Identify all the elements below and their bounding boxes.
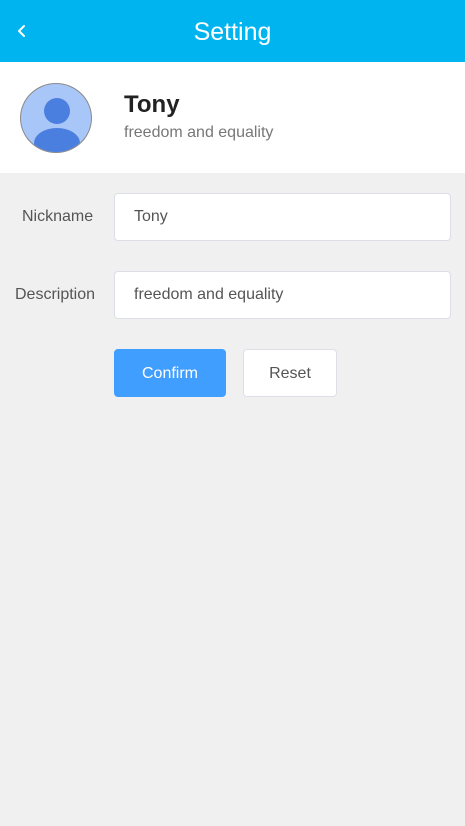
nickname-input[interactable] xyxy=(114,193,451,241)
description-label: Description xyxy=(15,286,96,303)
user-avatar-icon xyxy=(34,98,80,152)
description-input[interactable] xyxy=(114,271,451,319)
profile-description: freedom and equality xyxy=(124,124,274,141)
confirm-button[interactable]: Confirm xyxy=(114,349,226,397)
app-header: Setting xyxy=(0,0,465,62)
nickname-label: Nickname xyxy=(22,208,94,225)
page-title: Setting xyxy=(193,18,272,46)
profile-name: Tony xyxy=(124,91,180,118)
profile-card: Tony freedom and equality xyxy=(0,62,465,173)
reset-button[interactable]: Reset xyxy=(243,349,337,397)
avatar xyxy=(20,83,92,153)
